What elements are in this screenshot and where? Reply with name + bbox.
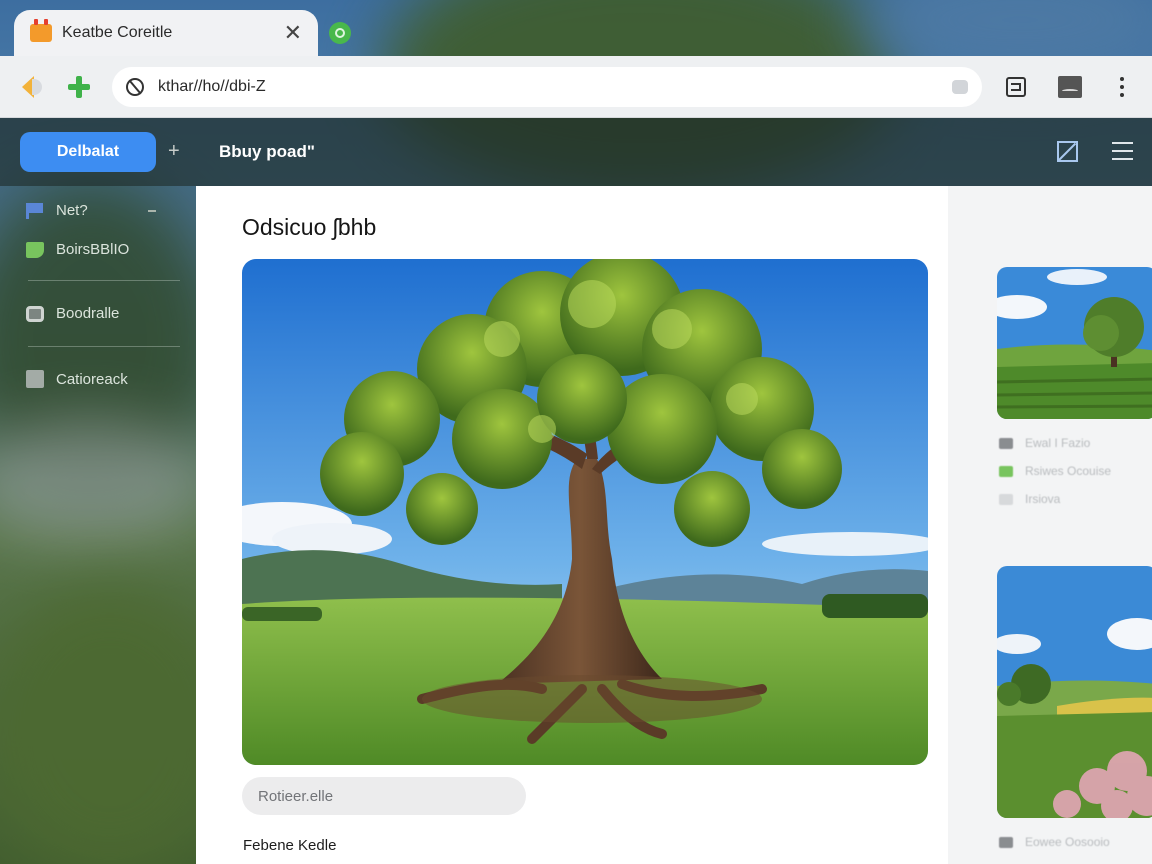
address-bar[interactable]: kthar//ho//dbi-Z xyxy=(112,67,982,107)
thumbnail-tree-field[interactable] xyxy=(997,267,1152,419)
edit-icon[interactable] xyxy=(1057,141,1078,162)
back-icon[interactable] xyxy=(22,76,44,98)
right-rail: Ewal I Fazio Rsiwes Ocouise Irsiova Eowe… xyxy=(948,186,1152,864)
chevron-icon[interactable] xyxy=(148,210,156,212)
calendar-favicon-icon xyxy=(30,19,52,42)
sidebar-item-label: Net? xyxy=(56,202,88,219)
add-icon[interactable] xyxy=(68,76,90,98)
site-info-icon[interactable] xyxy=(126,78,144,96)
record-icon xyxy=(26,305,44,322)
primary-button[interactable]: Delbalat xyxy=(20,132,156,172)
rail-list-item[interactable]: Irsiova xyxy=(999,492,1060,506)
page-title: Odsicuo ʃbhb xyxy=(242,214,377,240)
box-icon xyxy=(26,370,44,388)
sidebar-item-label: Catioreack xyxy=(56,370,128,388)
flag-icon xyxy=(26,202,44,219)
rail-item-text: Irsiova xyxy=(1025,492,1061,506)
sidebar-item-2[interactable]: BoirsBBlIO xyxy=(26,241,129,258)
main-panel: Odsicuo ʃbhb Rotieer.elle Febene Kedle xyxy=(196,186,948,864)
browser-tab[interactable]: Keatbe Coreitle ✕ xyxy=(14,10,318,56)
sidebar-item-label: BoirsBBlIO xyxy=(56,241,130,258)
footer-label: Febene Kedle xyxy=(243,837,337,854)
header-title: Bbuy poad" xyxy=(219,142,315,161)
status-indicator xyxy=(999,465,1013,477)
sidebar-item-1[interactable]: Net? xyxy=(26,202,88,219)
sidebar-item-4[interactable]: Catioreack xyxy=(26,370,128,388)
sidebar-divider xyxy=(28,280,180,281)
sidebar xyxy=(0,186,196,864)
rail-item-text: Eowee Oosooio xyxy=(1025,835,1110,849)
add-icon[interactable]: + xyxy=(168,140,180,163)
sidebar-item-label: Boodralle xyxy=(56,305,120,322)
rail-item-text: Rsiwes Ocouise xyxy=(1025,464,1112,478)
image-icon[interactable] xyxy=(1058,75,1082,99)
rail-list-item[interactable]: Ewal I Fazio xyxy=(999,436,1090,450)
new-tab-icon[interactable] xyxy=(329,22,351,44)
browser-toolbar: kthar//ho//dbi-Z xyxy=(0,56,1152,118)
tabs-overview-icon[interactable] xyxy=(1004,75,1028,99)
bookmark-icon[interactable] xyxy=(952,80,968,94)
hero-image-tree[interactable] xyxy=(242,259,928,765)
text-input[interactable]: Rotieer.elle xyxy=(242,777,526,815)
status-indicator xyxy=(999,836,1013,848)
tab-title: Keatbe Coreitle xyxy=(62,24,173,41)
rail-list-item[interactable]: Rsiwes Ocouise xyxy=(999,464,1111,478)
rail-item-text: Ewal I Fazio xyxy=(1025,436,1091,450)
app-header: Delbalat + Bbuy poad" xyxy=(0,118,1152,186)
rail-list-item[interactable]: Eowee Oosooio xyxy=(999,835,1110,849)
thumbnail-meadow-flowers[interactable] xyxy=(997,566,1152,818)
sidebar-item-3[interactable]: Boodralle xyxy=(26,305,119,322)
sidebar-divider xyxy=(28,346,180,347)
hamburger-menu-icon[interactable] xyxy=(1112,141,1133,161)
tag-icon xyxy=(26,241,44,258)
more-menu-icon[interactable] xyxy=(1110,75,1134,99)
status-indicator xyxy=(999,493,1013,505)
status-indicator xyxy=(999,437,1013,449)
url-text[interactable]: kthar//ho//dbi-Z xyxy=(158,78,952,96)
close-tab-icon[interactable]: ✕ xyxy=(284,22,302,44)
